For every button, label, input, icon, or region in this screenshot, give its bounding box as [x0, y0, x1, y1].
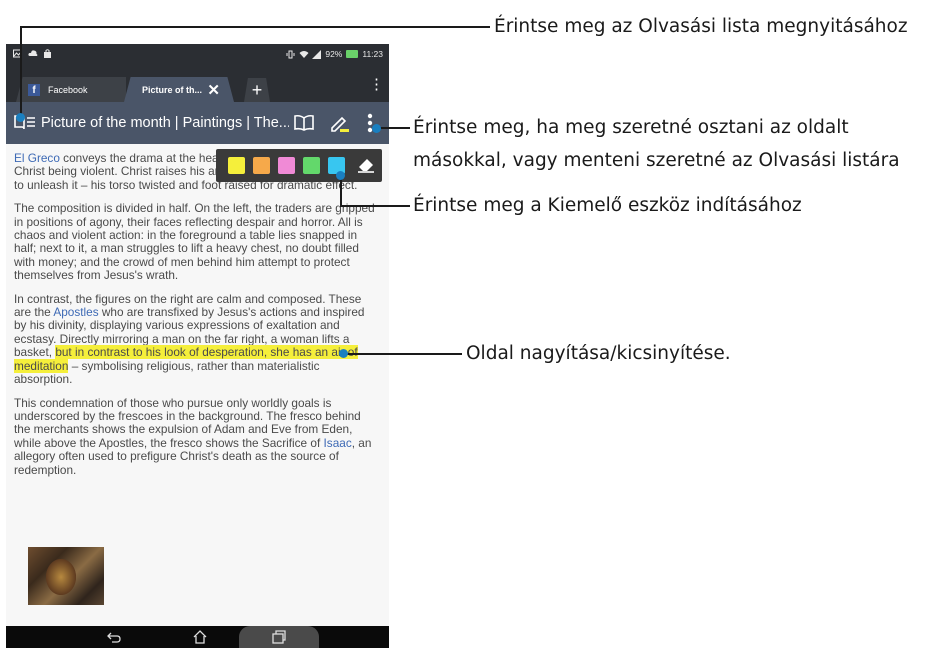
book-icon[interactable]: [293, 114, 315, 137]
tab-label: Facebook: [48, 84, 88, 95]
battery-icon: [346, 50, 359, 58]
zoom-callout: Oldal nagyítása/kicsinyítése.: [466, 343, 731, 364]
battery-percent: 92%: [325, 49, 343, 59]
highlighter-leader-horizontal: [340, 205, 410, 207]
new-tab-button[interactable]: +: [244, 78, 270, 102]
facebook-icon: f: [28, 83, 40, 96]
wifi-icon: [299, 50, 309, 59]
paragraph-text: This condemnation of those who pursue on…: [14, 395, 361, 450]
el-greco-link[interactable]: El Greco: [14, 151, 60, 165]
orange-swatch[interactable]: [253, 157, 270, 174]
vibrate-icon: [286, 50, 295, 59]
highlighter-icon[interactable]: [328, 112, 350, 139]
tab-label: Picture of th...: [142, 84, 203, 95]
apostles-link[interactable]: Apostles: [53, 305, 98, 319]
highlighter-callout: Érintse meg a Kiemelő eszköz indításához: [413, 195, 802, 216]
recent-apps-icon[interactable]: [271, 629, 287, 648]
reading-list-callout-dot: [16, 113, 25, 122]
tab-picture-of-the-month[interactable]: Picture of th... ✕: [124, 77, 234, 102]
tab-strip: f Facebook Picture of th... ✕ + ⋮: [6, 65, 389, 102]
reading-list-callout: Érintse meg az Olvasási lista megnyitásá…: [494, 16, 908, 37]
close-icon[interactable]: ✕: [207, 81, 220, 99]
green-swatch[interactable]: [303, 157, 320, 174]
tab-menu-icon[interactable]: ⋮: [369, 75, 384, 93]
eraser-icon[interactable]: [356, 156, 376, 179]
navigation-bar: [6, 626, 389, 648]
shopping-bag-icon: [43, 49, 52, 58]
paragraph-4: This condemnation of those who pursue on…: [14, 395, 379, 477]
yellow-swatch[interactable]: [228, 157, 245, 174]
browser-toolbar: Picture of the month | Paintings | The..…: [6, 102, 389, 144]
home-icon[interactable]: [192, 629, 208, 648]
share-callout-line-2: másokkal, vagy menteni szeretné az Olvas…: [413, 150, 900, 171]
zoom-leader: [344, 353, 462, 355]
status-bar: 92% 11:23: [6, 44, 389, 65]
phone-screen: 92% 11:23 f Facebook Picture of th... ✕ …: [6, 44, 389, 648]
reading-list-leader-horizontal: [20, 26, 490, 28]
page-title: Picture of the month | Paintings | The..…: [41, 115, 289, 131]
highlighter-callout-dot: [336, 171, 345, 180]
reading-list-leader-vertical: [20, 27, 22, 115]
share-callout-dot: [372, 124, 381, 133]
painting-thumbnail[interactable]: [28, 547, 104, 605]
share-callout-line-1: Érintse meg, ha meg szeretné osztani az …: [413, 117, 849, 138]
share-leader: [376, 127, 410, 129]
tab-facebook[interactable]: f Facebook: [16, 77, 126, 102]
pink-swatch[interactable]: [278, 157, 295, 174]
zoom-callout-dot: [339, 349, 348, 358]
signal-icon: [312, 49, 322, 59]
back-icon[interactable]: [106, 629, 122, 648]
isaac-link[interactable]: Isaac: [324, 436, 352, 450]
cloud-upload-icon: [28, 49, 38, 58]
paragraph-2: The composition is divided in half. On t…: [14, 201, 375, 283]
paragraph-3: In contrast, the figures on the right ar…: [14, 292, 379, 387]
clock: 11:23: [362, 49, 383, 59]
highlight-palette: [216, 149, 382, 182]
article-content[interactable]: El Greco conveys the drama at the heart …: [6, 144, 389, 626]
